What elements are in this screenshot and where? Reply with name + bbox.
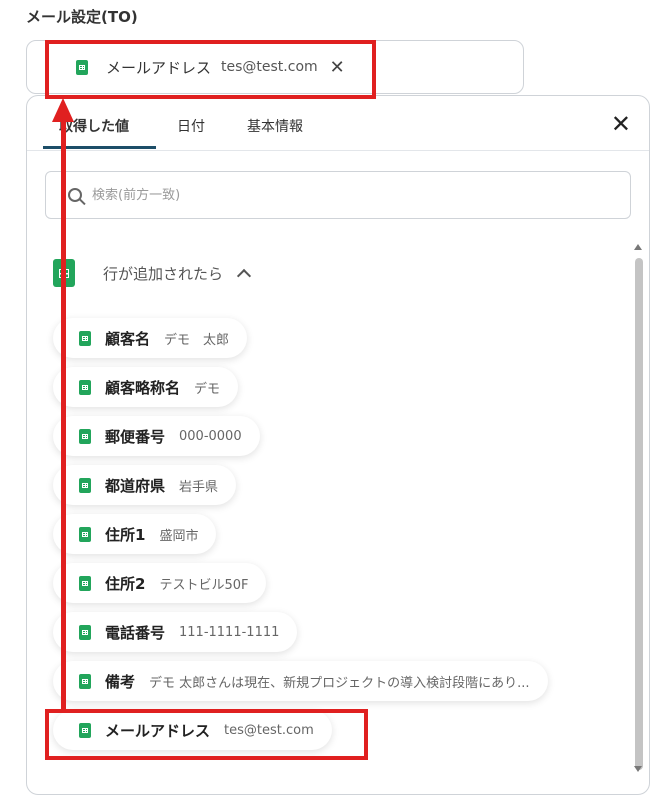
value-picker-panel: 取得した値 日付 基本情報 ✕ 行が追加されたら 顧客名 デモ 太郎 顧客略称名… [26, 95, 650, 795]
search-input[interactable] [90, 186, 574, 204]
highlight-box-source [45, 709, 368, 760]
item-name: 顧客略称名 [105, 378, 181, 397]
scroll-up-icon[interactable] [634, 244, 642, 250]
item-name: 郵便番号 [105, 427, 166, 446]
annotation-arrow [61, 120, 66, 712]
list-item[interactable]: 住所2 テストビル50F [53, 563, 267, 603]
item-name: 電話番号 [105, 623, 166, 642]
arrow-head-icon [52, 98, 74, 122]
spreadsheet-icon [79, 379, 91, 395]
spreadsheet-icon [79, 575, 91, 591]
item-value: 111-1111-1111 [179, 624, 280, 640]
spreadsheet-icon [79, 526, 91, 542]
spreadsheet-icon [79, 673, 91, 689]
search-icon [68, 188, 82, 202]
item-name: 備考 [105, 672, 136, 691]
search-box[interactable] [45, 171, 631, 219]
tab-date[interactable]: 日付 [177, 116, 205, 136]
tab-basic-info[interactable]: 基本情報 [247, 116, 303, 136]
scroll-down-icon[interactable] [634, 766, 642, 772]
list-item[interactable]: 電話番号 111-1111-1111 [53, 612, 298, 652]
item-value: 岩手県 [179, 479, 219, 495]
spreadsheet-icon [79, 330, 91, 346]
spreadsheet-icon [79, 428, 91, 444]
list-item[interactable]: 郵便番号 000-0000 [53, 416, 260, 456]
item-value: デモ [194, 381, 221, 397]
item-value: デモ 太郎さんは現在、新規プロジェクトの導入検討段階にあり... [149, 675, 530, 691]
scrollbar-thumb[interactable] [635, 258, 643, 770]
spreadsheet-icon [79, 477, 91, 493]
chevron-up-icon[interactable] [236, 268, 252, 284]
item-value: テストビル50F [159, 577, 249, 593]
list-item[interactable]: 都道府県 岩手県 [53, 465, 237, 505]
group-title: 行が追加されたら [103, 264, 224, 283]
tab-bar: 取得した値 日付 基本情報 [27, 96, 649, 151]
group-header[interactable]: 行が追加されたら [53, 259, 252, 287]
item-value: 000-0000 [179, 428, 242, 444]
item-name: 住所1 [105, 525, 146, 544]
item-value: 盛岡市 [159, 528, 199, 544]
list-item[interactable]: 備考 デモ 太郎さんは現在、新規プロジェクトの導入検討段階にあり... [53, 661, 548, 701]
mail-to-label: メール設定(TO) [26, 8, 138, 26]
close-panel-icon[interactable]: ✕ [611, 112, 631, 136]
list-item[interactable]: 顧客名 デモ 太郎 [53, 318, 248, 358]
list-item[interactable]: 顧客略称名 デモ [53, 367, 239, 407]
item-name: 都道府県 [105, 476, 166, 495]
item-name: 住所2 [105, 574, 146, 593]
list-item[interactable]: 住所1 盛岡市 [53, 514, 217, 554]
spreadsheet-icon [79, 624, 91, 640]
item-name: 顧客名 [105, 329, 151, 348]
item-value: デモ 太郎 [164, 332, 230, 348]
highlight-box-selected [45, 40, 376, 99]
active-tab-indicator [43, 146, 156, 149]
